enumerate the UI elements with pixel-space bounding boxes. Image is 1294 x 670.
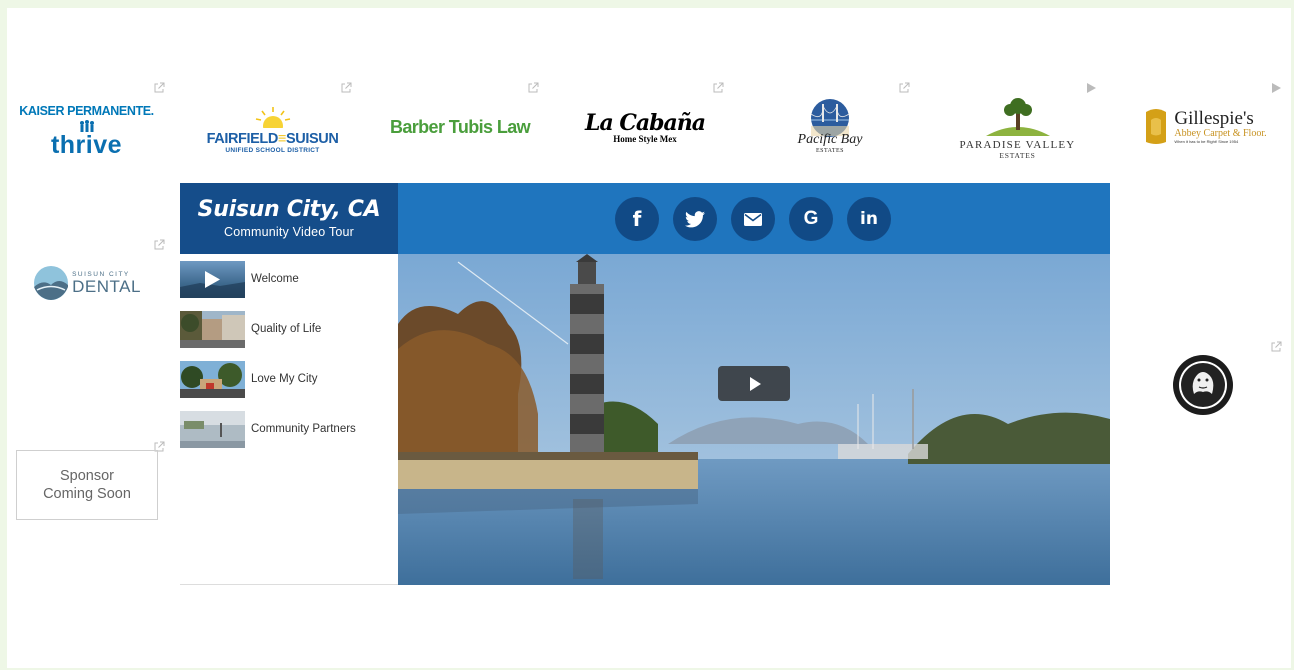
paradise-valley-sub: ESTATES	[999, 150, 1036, 160]
share-twitter-button[interactable]	[673, 197, 717, 241]
sponsor-suisun-city-dental[interactable]: SUISUN CITY DENTAL	[22, 262, 152, 304]
sponsor-gillespies[interactable]: Gillespie's Abbey Carpet & Floor. When i…	[1130, 100, 1280, 152]
playlist-label: Quality of Life	[251, 323, 322, 335]
fairfield-subtitle: UNIFIED SCHOOL DISTRICT	[225, 147, 320, 154]
video-frame[interactable]	[398, 254, 1110, 585]
love-my-city-thumbnail	[180, 360, 245, 398]
pacific-bay-name: Pacific Bay	[797, 131, 863, 147]
barber-name: Barber Tubis Law	[389, 117, 531, 137]
fairfield-word: FAIRFIELD	[206, 131, 279, 147]
lighthouse-scene-image	[398, 254, 1110, 585]
video-tour-player: Suisun City, CA Community Video Tour f G…	[180, 183, 1110, 585]
playlist-item-community-partners[interactable]: Community Partners	[180, 409, 398, 449]
sponsor-fairfield-suisun[interactable]: FAIRFIELD≡SUISUN UNIFIED SCHOOL DISTRICT	[195, 95, 350, 165]
sun-icon	[252, 107, 293, 132]
community-partners-thumbnail	[180, 410, 245, 448]
video-play-button[interactable]	[718, 366, 790, 401]
share-linkedin-button[interactable]: in	[847, 197, 891, 241]
playlist-item-quality-of-life[interactable]: Quality of Life	[180, 309, 398, 349]
gillespie-sub: Abbey Carpet & Floor.	[1174, 127, 1267, 139]
welcome-thumbnail	[180, 260, 245, 298]
seal-logo-icon	[1173, 355, 1233, 415]
playlist-label: Welcome	[251, 273, 299, 285]
player-subtitle: Community Video Tour	[224, 225, 354, 239]
kaiser-name: KAISER PERMANENTE.	[19, 103, 154, 118]
cabana-subtitle: Home Style Mex	[613, 133, 677, 144]
twitter-icon	[685, 210, 705, 227]
player-title: Suisun City, CA	[197, 197, 381, 222]
quality-of-life-thumbnail	[180, 310, 245, 348]
gillespie-name: Gillespie's	[1174, 107, 1254, 129]
sponsor-pacific-bay-estates[interactable]: Pacific Bay ESTATES	[770, 88, 890, 163]
coming-soon-line1: Sponsor	[59, 468, 114, 484]
play-icon	[180, 270, 245, 298]
paradise-valley-name: PARADISE VALLEY	[959, 138, 1076, 151]
video-play-icon[interactable]	[1270, 82, 1282, 94]
kaiser-thrive: thrive	[50, 130, 123, 159]
share-facebook-button[interactable]: f	[615, 197, 659, 241]
external-link-icon[interactable]	[153, 239, 165, 251]
playlist-item-love-my-city[interactable]: Love My City	[180, 359, 398, 399]
play-icon	[750, 376, 761, 391]
external-link-icon[interactable]	[340, 82, 352, 94]
cabana-name: La Cabaña	[584, 109, 706, 136]
external-link-icon[interactable]	[527, 82, 539, 94]
linkedin-icon: in	[860, 209, 878, 229]
share-bar: f G in	[398, 183, 1110, 254]
playlist-item-welcome[interactable]: Welcome	[180, 259, 398, 299]
external-link-icon[interactable]	[153, 82, 165, 94]
external-link-icon[interactable]	[898, 82, 910, 94]
pacific-bay-sub: ESTATES	[815, 147, 845, 154]
share-google-button[interactable]: G	[789, 197, 833, 241]
dental-main-text: DENTAL	[72, 277, 141, 296]
coming-soon-line2: Coming Soon	[43, 486, 131, 502]
google-icon: G	[803, 208, 819, 229]
sponsor-paradise-valley-estates[interactable]: PARADISE VALLEY ESTATES	[945, 90, 1090, 165]
video-play-icon[interactable]	[1085, 82, 1097, 94]
player-title-block: Suisun City, CA Community Video Tour	[180, 183, 398, 254]
video-playlist: Welcome Quality of Life Love My City Com…	[180, 254, 398, 585]
external-link-icon[interactable]	[1270, 341, 1282, 353]
dental-logo-icon	[34, 266, 69, 300]
gillespie-tagline: When it has to be Right! Since 1954	[1174, 138, 1239, 144]
suisun-word: SUISUN	[286, 131, 339, 147]
playlist-label: Love My City	[251, 373, 318, 385]
facebook-icon: f	[632, 207, 642, 231]
tree-icon	[985, 97, 1050, 136]
sponsor-coming-soon-box[interactable]: Sponsor Coming Soon	[16, 450, 158, 520]
gillespie-logo-icon	[1146, 109, 1167, 144]
sponsor-kaiser-permanente[interactable]: KAISER PERMANENTE. thrive	[14, 95, 159, 165]
external-link-icon[interactable]	[712, 82, 724, 94]
sponsor-barber-tubis-law[interactable]: Barber Tubis Law	[385, 105, 535, 150]
share-email-button[interactable]	[731, 197, 775, 241]
playlist-label: Community Partners	[251, 423, 356, 435]
email-icon	[744, 212, 762, 226]
sponsor-seal-logo[interactable]	[1170, 352, 1236, 418]
sponsor-la-cabana[interactable]: La Cabaña Home Style Mex	[570, 100, 720, 155]
